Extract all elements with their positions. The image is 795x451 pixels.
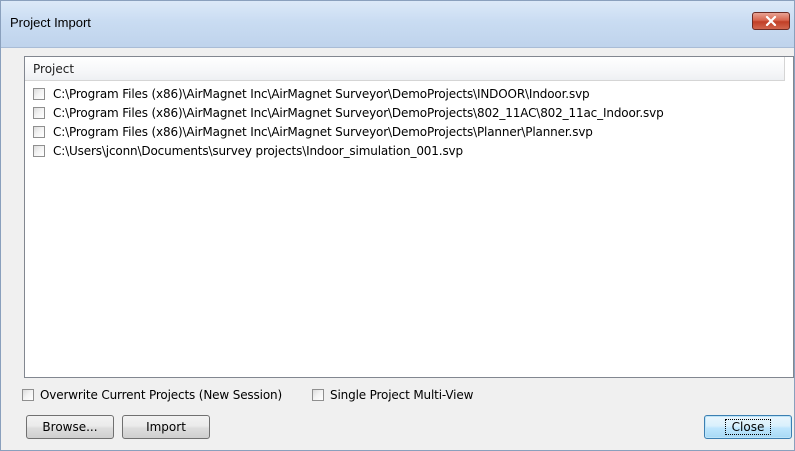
window-title: Project Import xyxy=(10,15,91,30)
list-item[interactable]: C:\Program Files (x86)\AirMagnet Inc\Air… xyxy=(25,122,793,141)
multiview-option[interactable]: Single Project Multi-View xyxy=(312,388,473,402)
multiview-checkbox[interactable] xyxy=(312,389,324,401)
dialog-body: Project C:\Program Files (x86)\AirMagnet… xyxy=(8,48,794,450)
project-checkbox[interactable] xyxy=(33,106,45,119)
project-import-dialog: Project Import Project C:\Program Files … xyxy=(0,0,795,451)
close-icon xyxy=(765,16,777,26)
project-path: C:\Program Files (x86)\AirMagnet Inc\Air… xyxy=(53,105,664,120)
column-header-label: Project xyxy=(33,62,75,76)
project-path: C:\Program Files (x86)\AirMagnet Inc\Air… xyxy=(53,86,590,101)
window-close-button[interactable] xyxy=(752,12,790,30)
project-rows: C:\Program Files (x86)\AirMagnet Inc\Air… xyxy=(25,84,793,160)
close-button-label: Close xyxy=(724,419,772,435)
import-button[interactable]: Import xyxy=(122,415,210,439)
column-header-project[interactable]: Project xyxy=(25,57,785,81)
title-bar[interactable]: Project Import xyxy=(1,1,794,48)
overwrite-label: Overwrite Current Projects (New Session) xyxy=(40,388,282,402)
project-checkbox[interactable] xyxy=(33,125,45,138)
browse-button[interactable]: Browse... xyxy=(26,415,114,439)
import-options: Overwrite Current Projects (New Session)… xyxy=(22,386,503,404)
list-item[interactable]: C:\Users\jconn\Documents\survey projects… xyxy=(25,141,793,160)
overwrite-checkbox[interactable] xyxy=(22,389,34,401)
project-list[interactable]: Project C:\Program Files (x86)\AirMagnet… xyxy=(24,56,794,378)
list-item[interactable]: C:\Program Files (x86)\AirMagnet Inc\Air… xyxy=(25,84,793,103)
close-button[interactable]: Close xyxy=(704,415,792,439)
project-path: C:\Users\jconn\Documents\survey projects… xyxy=(53,143,463,158)
project-checkbox[interactable] xyxy=(33,144,45,157)
overwrite-option[interactable]: Overwrite Current Projects (New Session) xyxy=(22,388,282,402)
list-item[interactable]: C:\Program Files (x86)\AirMagnet Inc\Air… xyxy=(25,103,793,122)
multiview-label: Single Project Multi-View xyxy=(330,388,474,402)
project-path: C:\Program Files (x86)\AirMagnet Inc\Air… xyxy=(53,124,593,139)
project-checkbox[interactable] xyxy=(33,87,45,100)
